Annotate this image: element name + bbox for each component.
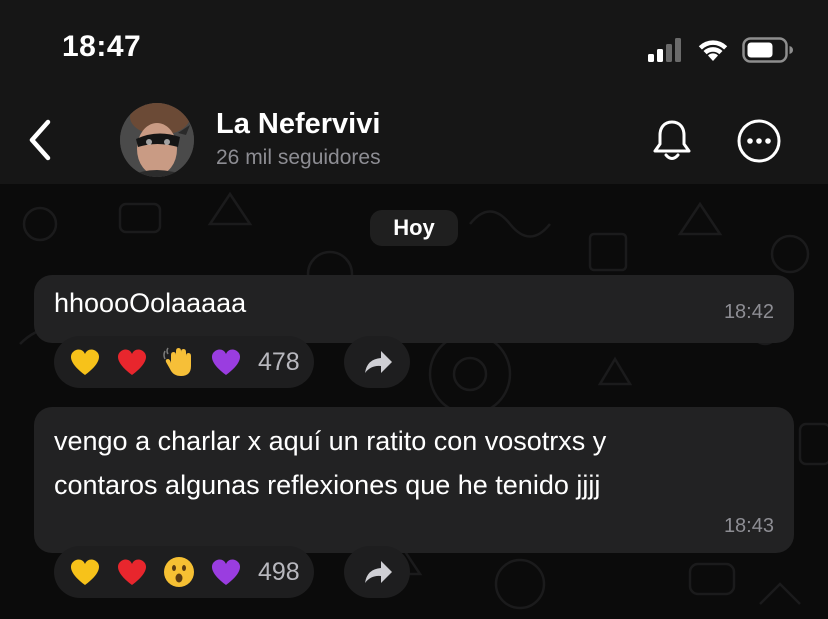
purple-heart-icon[interactable] <box>209 555 243 589</box>
chat-area[interactable]: Hoy hhoooOolaaaaa 18:42 478 vengo a char… <box>0 184 828 619</box>
day-separator: Hoy <box>370 210 458 246</box>
message-text: hhoooOolaaaaa <box>54 288 247 318</box>
avatar-image <box>120 103 194 177</box>
share-arrow-icon <box>365 561 392 583</box>
wifi-icon <box>698 40 728 61</box>
waving-hand-icon[interactable] <box>162 345 196 379</box>
chat-header: La Nefervivi 26 mil seguidores <box>0 96 828 184</box>
red-heart-icon[interactable] <box>115 345 149 379</box>
channel-title: La Nefervivi <box>216 108 381 140</box>
message-bubble[interactable]: vengo a charlar x aquí un ratito con vos… <box>34 407 794 553</box>
yellow-heart-icon[interactable] <box>68 345 102 379</box>
purple-heart-icon[interactable] <box>209 345 243 379</box>
share-arrow-icon <box>365 351 392 373</box>
status-time: 18:47 <box>62 30 142 63</box>
reaction-count: 498 <box>258 557 300 586</box>
more-options-icon[interactable] <box>736 118 782 164</box>
cellular-signal-icon <box>648 38 681 62</box>
message-time: 18:42 <box>723 301 774 323</box>
share-button[interactable] <box>344 546 410 598</box>
share-button[interactable] <box>344 336 410 388</box>
message-time: 18:43 <box>723 515 774 537</box>
bell-icon[interactable] <box>650 118 694 164</box>
message-text-line-2: contaros algunas reflexiones que he teni… <box>54 470 601 500</box>
battery-icon <box>742 37 793 63</box>
astonished-face-icon[interactable] <box>162 555 196 589</box>
yellow-heart-icon[interactable] <box>68 555 102 589</box>
message-text-line-1: vengo a charlar x aquí un ratito con vos… <box>54 426 607 456</box>
status-icons <box>648 36 794 64</box>
back-chevron-icon[interactable] <box>22 114 62 166</box>
reactions-bar[interactable]: 478 <box>54 336 314 388</box>
followers-count: 26 mil seguidores <box>216 146 381 169</box>
red-heart-icon[interactable] <box>115 555 149 589</box>
reactions-bar[interactable]: 498 <box>54 546 314 598</box>
message-bubble[interactable]: hhoooOolaaaaa 18:42 <box>34 275 794 343</box>
channel-avatar[interactable] <box>120 103 194 177</box>
status-bar: 18:47 <box>0 0 828 100</box>
reaction-count: 478 <box>258 347 300 376</box>
